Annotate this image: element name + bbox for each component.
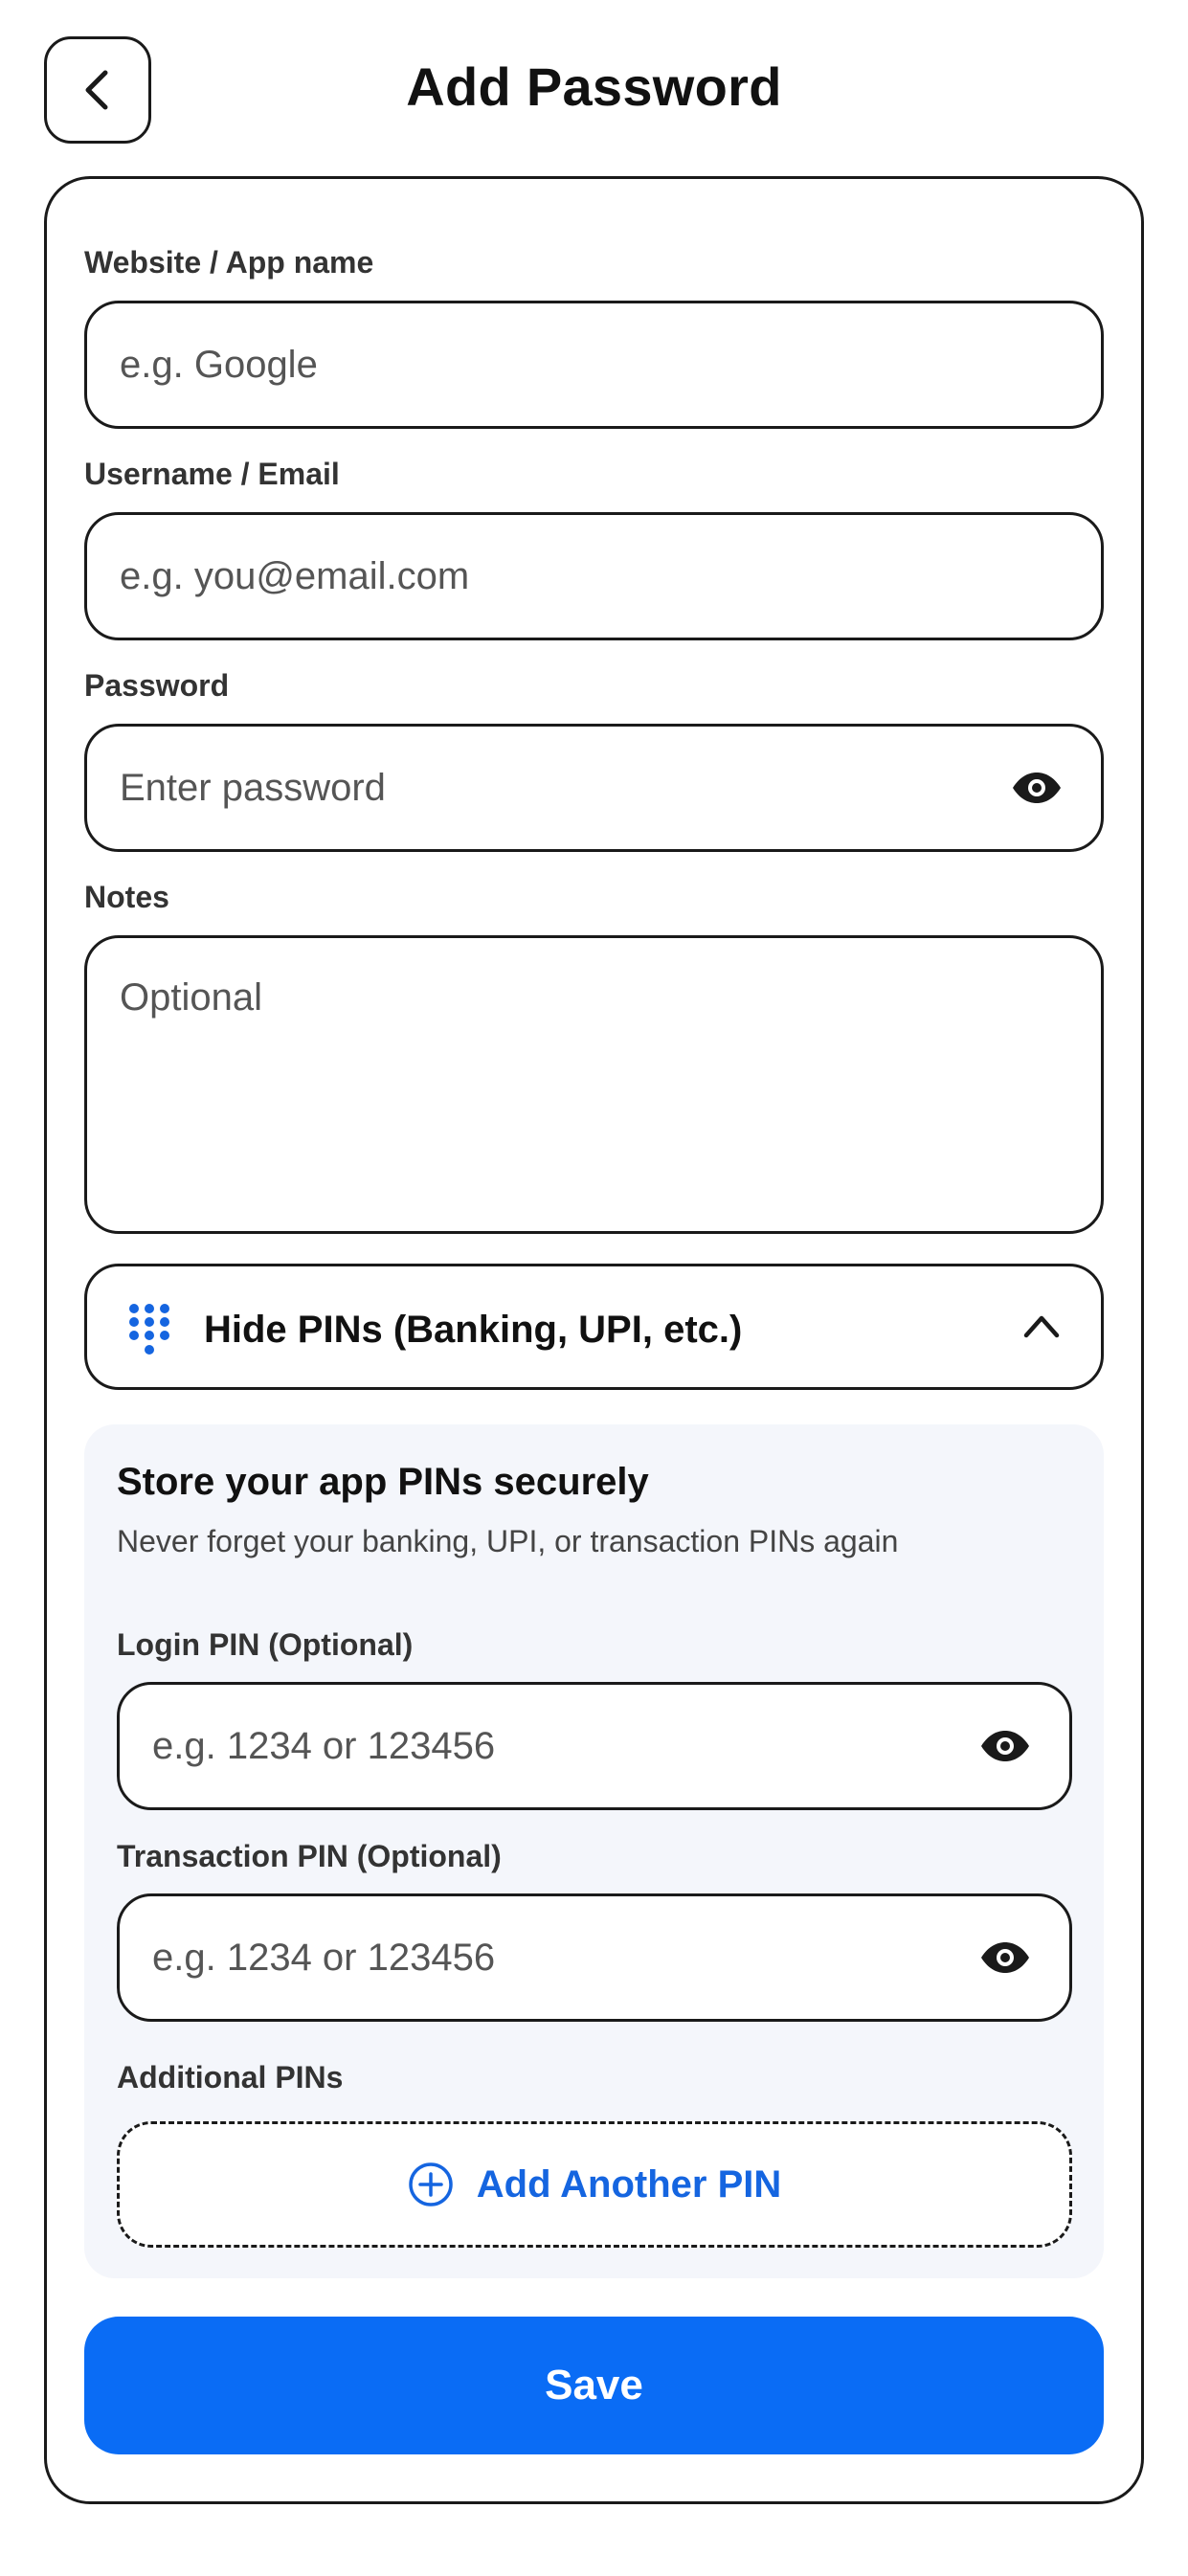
save-button[interactable]: Save (84, 2317, 1104, 2454)
website-input[interactable] (120, 303, 981, 426)
add-another-pin-button[interactable]: Add Another PIN (117, 2121, 1072, 2248)
notes-textarea[interactable] (120, 976, 981, 1206)
additional-pins-label: Additional PINs (117, 2060, 344, 2094)
dialpad-icon (129, 1304, 169, 1355)
login-pin-input[interactable] (152, 1685, 1014, 1807)
eye-icon[interactable] (1011, 772, 1063, 804)
website-field[interactable] (84, 301, 1104, 429)
password-field[interactable] (84, 724, 1104, 852)
username-input[interactable] (120, 515, 981, 638)
transaction-pin-input[interactable] (152, 1896, 1014, 2019)
transaction-pin-label: Transaction PIN (Optional) (117, 1839, 502, 1873)
transaction-pin-field[interactable] (117, 1893, 1072, 2022)
username-label: Username / Email (84, 457, 340, 491)
add-another-pin-label: Add Another PIN (476, 2162, 782, 2206)
username-field[interactable] (84, 512, 1104, 640)
notes-label: Notes (84, 880, 169, 914)
login-pin-label: Login PIN (Optional) (117, 1627, 414, 1662)
eye-icon[interactable] (979, 1941, 1031, 1974)
password-input[interactable] (120, 727, 981, 849)
hide-pins-toggle[interactable]: Hide PINs (Banking, UPI, etc.) (84, 1264, 1104, 1390)
header: Add Password (0, 0, 1188, 182)
plus-circle-icon (409, 2162, 453, 2206)
eye-icon[interactable] (979, 1730, 1031, 1762)
website-label: Website / App name (84, 245, 374, 280)
pin-panel-subtitle: Never forget your banking, UPI, or trans… (117, 1524, 899, 1558)
login-pin-field[interactable] (117, 1682, 1072, 1810)
pin-panel-title: Store your app PINs securely (117, 1461, 649, 1503)
chevron-up-icon (1023, 1315, 1060, 1338)
password-label: Password (84, 668, 230, 703)
hide-pins-label: Hide PINs (Banking, UPI, etc.) (204, 1309, 743, 1351)
notes-field[interactable] (84, 935, 1104, 1234)
page-title: Add Password (406, 56, 782, 117)
